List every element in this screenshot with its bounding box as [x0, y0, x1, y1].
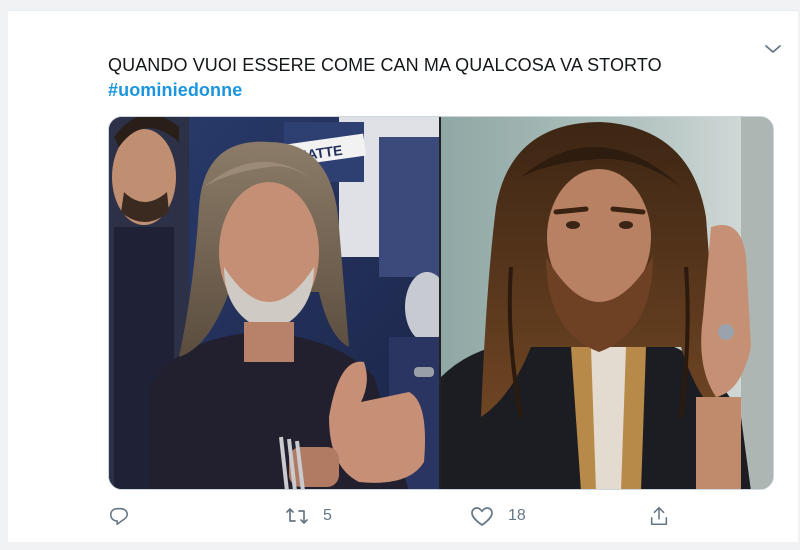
- retweet-count: 5: [323, 507, 332, 524]
- reply-icon: [108, 505, 130, 527]
- chevron-down-icon[interactable]: [763, 39, 783, 59]
- tweet-text: QUANDO VUOI ESSERE COME CAN MA QUALCOSA …: [108, 53, 748, 103]
- retweet-icon: [285, 505, 309, 527]
- hashtag-link[interactable]: #uominiedonne: [108, 78, 242, 103]
- share-icon: [648, 505, 670, 527]
- tweet-card[interactable]: QUANDO VUOI ESSERE COME CAN MA QUALCOSA …: [8, 10, 798, 542]
- heart-icon: [470, 505, 494, 527]
- media-photo-left[interactable]: MATTE: [109, 117, 439, 489]
- share-button[interactable]: [648, 501, 670, 531]
- reply-button[interactable]: [108, 501, 144, 531]
- tweet-media[interactable]: MATTE: [108, 116, 774, 490]
- media-photo-right[interactable]: [441, 117, 773, 489]
- tweet-body: QUANDO VUOI ESSERE COME CAN MA QUALCOSA …: [108, 55, 662, 75]
- like-button[interactable]: 18: [470, 501, 526, 531]
- tweet-actions: 5 18: [108, 501, 708, 531]
- like-count: 18: [508, 507, 526, 524]
- retweet-button[interactable]: 5: [285, 501, 332, 531]
